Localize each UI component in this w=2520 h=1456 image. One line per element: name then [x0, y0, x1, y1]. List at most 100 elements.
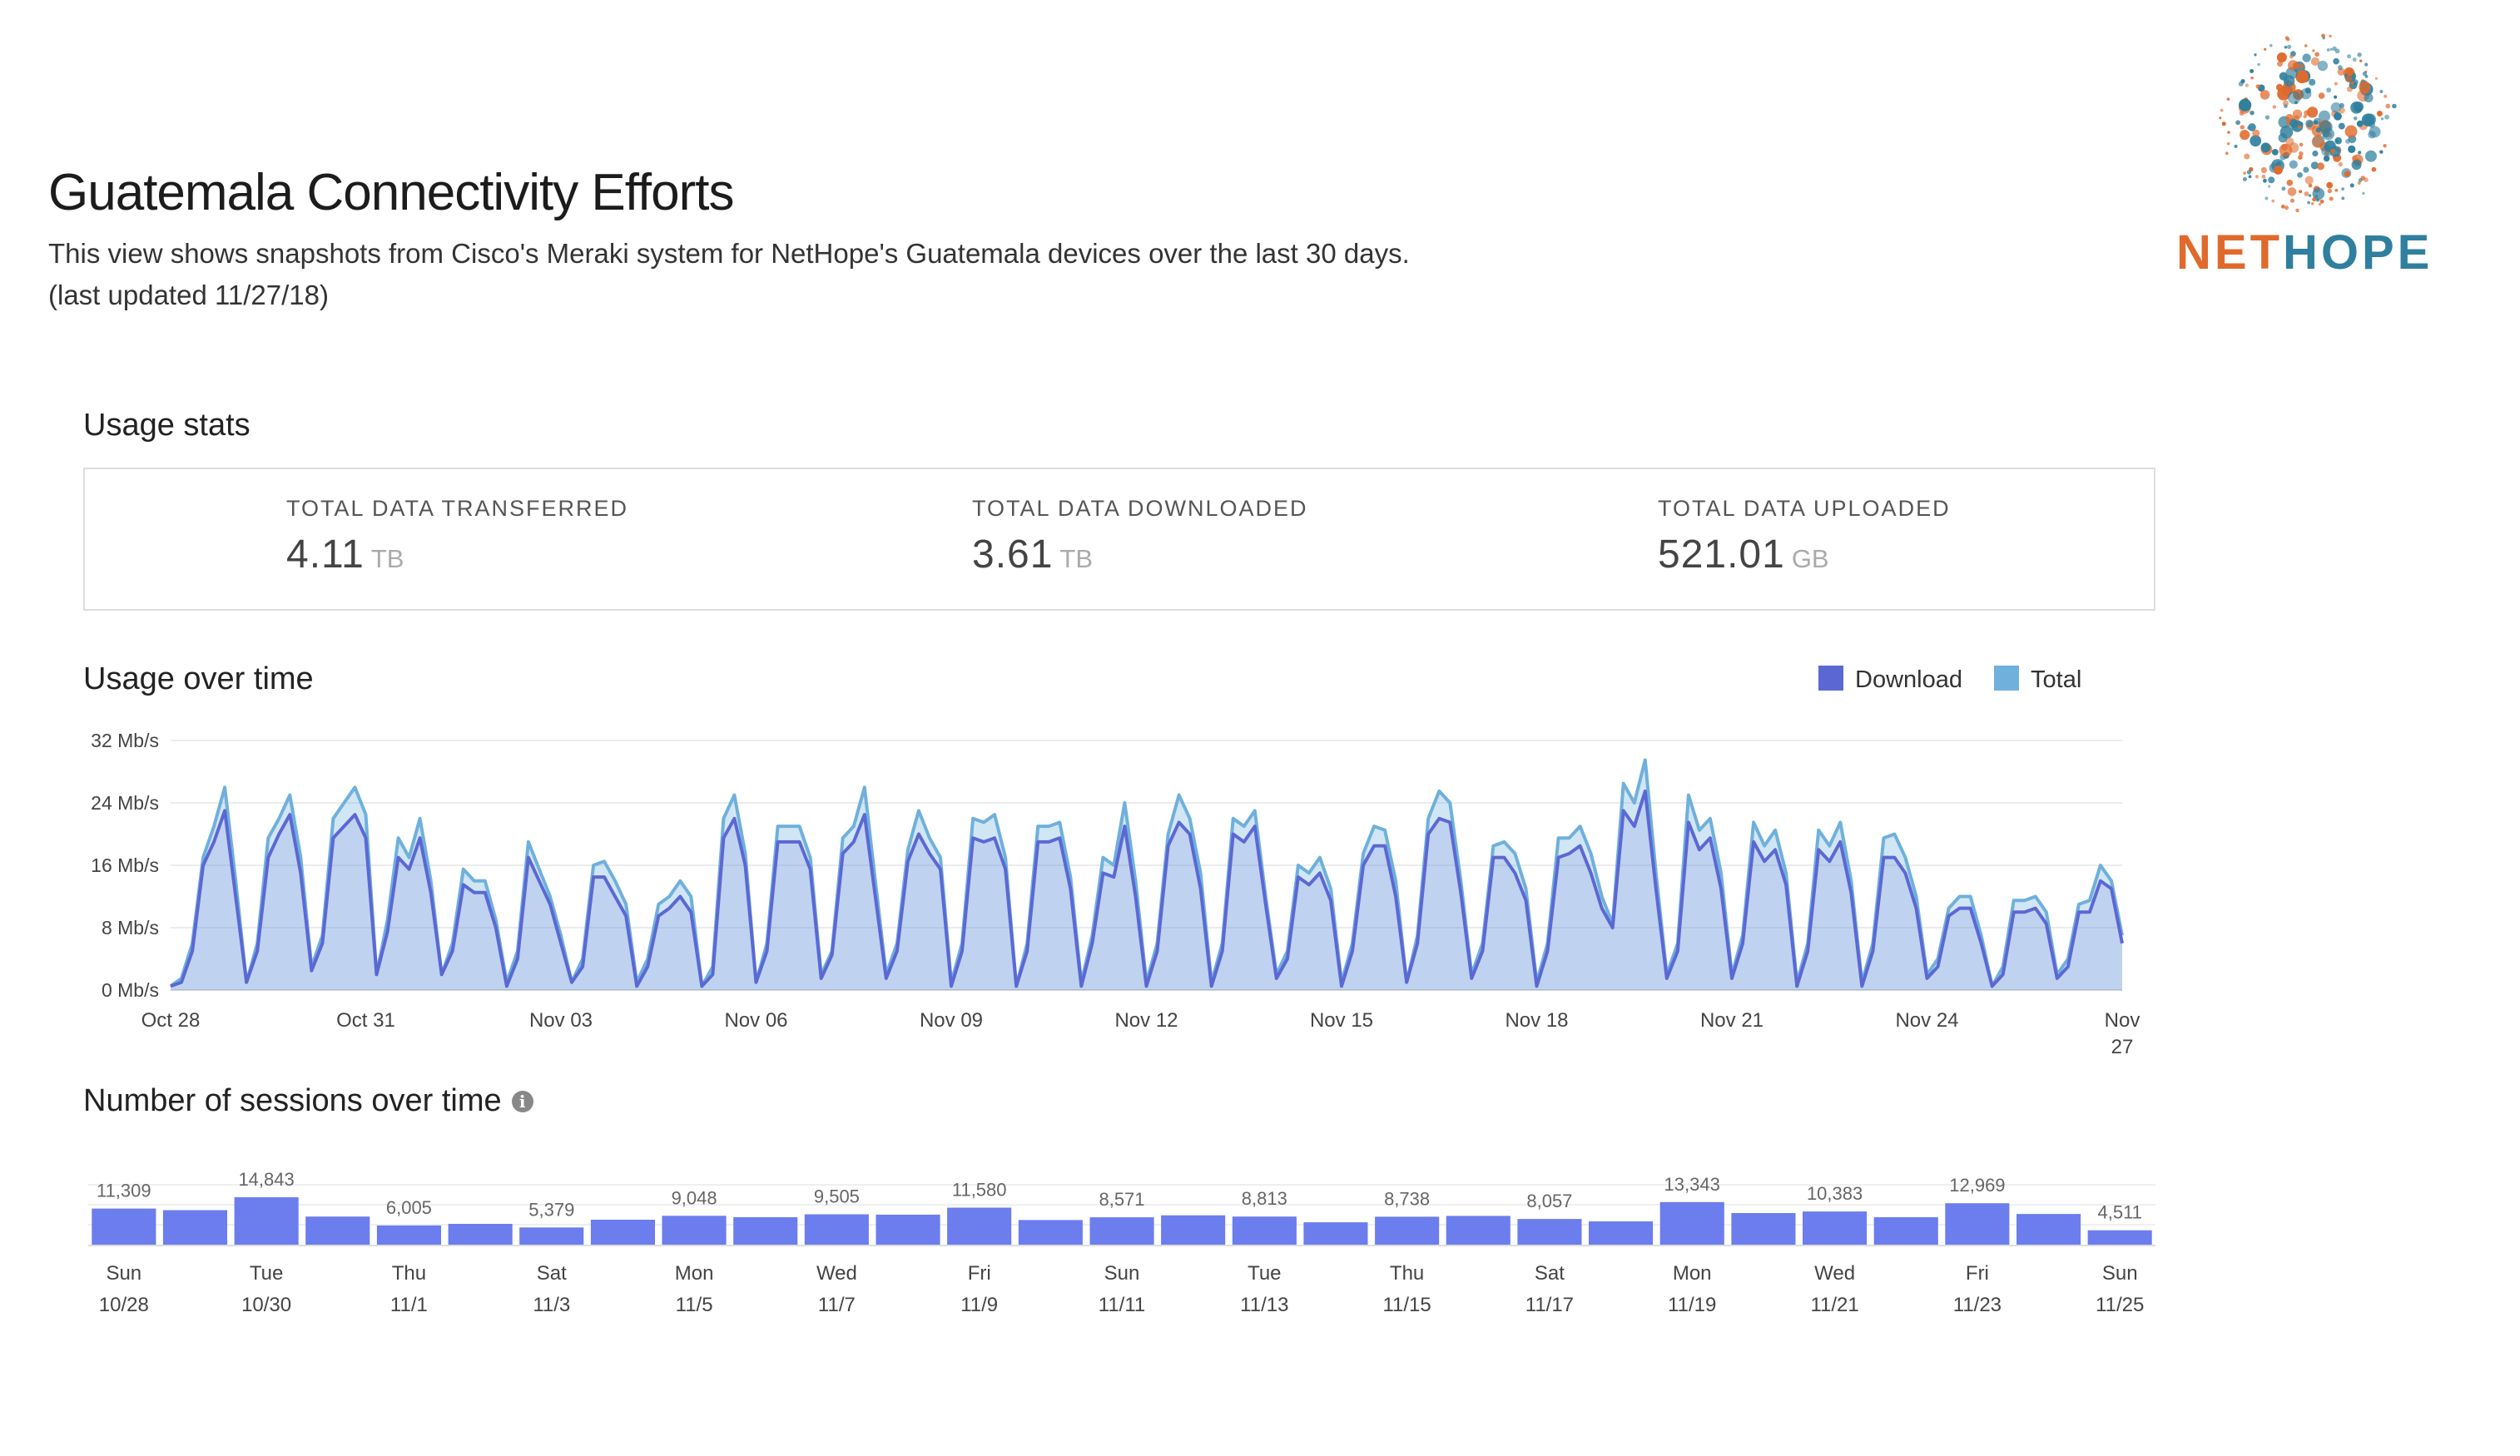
- globe-dot: [2358, 151, 2362, 155]
- session-bar[interactable]: [947, 1207, 1012, 1246]
- globe-dot: [2248, 175, 2252, 179]
- x-tick-day: Tue: [250, 1262, 283, 1285]
- globe-dot: [2255, 175, 2259, 179]
- globe-dot: [2289, 54, 2294, 59]
- session-bar[interactable]: [876, 1214, 940, 1245]
- globe-dot: [2257, 62, 2260, 67]
- x-tick-day: Wed: [816, 1262, 857, 1285]
- session-bar[interactable]: [662, 1216, 727, 1245]
- session-bar[interactable]: [1803, 1211, 1868, 1245]
- globe-dot: [2344, 75, 2353, 83]
- stat-value: 521.01 GB: [1658, 532, 1951, 577]
- y-tick-label: 8 Mb/s: [102, 917, 159, 938]
- legend-label: Download: [1855, 666, 1962, 693]
- x-tick-date: 11/3: [533, 1294, 570, 1316]
- globe-dot: [2341, 187, 2344, 191]
- x-tick-date: 11/21: [1810, 1294, 1858, 1316]
- globe-dot: [2243, 171, 2246, 175]
- globe-dot: [2268, 176, 2275, 184]
- session-bar[interactable]: [1018, 1220, 1083, 1245]
- globe-dot: [2326, 87, 2332, 93]
- legend-item-total[interactable]: Total: [1994, 666, 2081, 694]
- globe-dot: [2317, 162, 2324, 171]
- globe-dot: [2276, 52, 2287, 62]
- x-tick-label: Nov 09: [920, 1009, 983, 1032]
- globe-dot: [2334, 111, 2342, 121]
- session-bar[interactable]: [1945, 1203, 2010, 1245]
- session-bar[interactable]: [1161, 1215, 1226, 1245]
- globe-dot: [2268, 185, 2271, 188]
- globe-dot: [2364, 62, 2369, 67]
- globe-dot: [2322, 37, 2325, 40]
- x-tick-date: 11/17: [1525, 1294, 1574, 1316]
- globe-dot: [2244, 153, 2250, 160]
- y-tick-label: 16 Mb/s: [91, 854, 159, 876]
- x-tick-day: Thu: [392, 1262, 426, 1285]
- session-bar[interactable]: [1303, 1222, 1368, 1245]
- globe-dot: [2351, 160, 2362, 171]
- session-bar[interactable]: [234, 1197, 299, 1245]
- bar-value-label: 11,309: [97, 1181, 151, 1201]
- globe-dot: [2235, 120, 2240, 126]
- globe-dot: [2305, 119, 2314, 128]
- session-bar[interactable]: [305, 1216, 370, 1245]
- session-bar[interactable]: [804, 1214, 869, 1246]
- session-bar[interactable]: [1731, 1213, 1796, 1245]
- legend-item-download[interactable]: Download: [1818, 666, 1962, 694]
- session-bar[interactable]: [590, 1220, 655, 1245]
- globe-dot: [2286, 179, 2294, 186]
- session-bar[interactable]: [162, 1210, 227, 1246]
- session-bar[interactable]: [519, 1227, 584, 1245]
- session-bar[interactable]: [376, 1225, 441, 1245]
- globe-dot: [2334, 139, 2339, 144]
- globe-dot: [2298, 155, 2303, 160]
- session-bar[interactable]: [448, 1224, 513, 1245]
- globe-dot: [2374, 77, 2378, 80]
- sessions-bar-chart[interactable]: 11,309 14,843 6,005 5,379 9,048 9,505 11,580 8,…: [50, 1132, 2180, 1323]
- session-bar[interactable]: [1589, 1221, 1654, 1245]
- globe-dot: [2380, 117, 2384, 121]
- session-bar[interactable]: [92, 1208, 156, 1245]
- session-bar[interactable]: [1232, 1216, 1297, 1245]
- x-tick-day: Tue: [1248, 1262, 1281, 1285]
- globe-dot: [2246, 170, 2252, 175]
- globe-dot: [2263, 178, 2267, 183]
- usage-line-chart[interactable]: 0 Mb/s 8 Mb/s 16 Mb/s 24 Mb/s 32 Mb/s Oct 28 O…: [50, 716, 2180, 1065]
- bar-value-label: 5,379: [528, 1199, 574, 1220]
- globe-dot: [2297, 125, 2302, 129]
- bar-value-label: 9,505: [814, 1186, 860, 1207]
- bar-value-label: 8,738: [1384, 1188, 1430, 1209]
- session-bar[interactable]: [2016, 1214, 2081, 1245]
- globe-dot: [2392, 103, 2397, 109]
- session-bar[interactable]: [1089, 1217, 1154, 1245]
- session-bar[interactable]: [1375, 1216, 1440, 1245]
- globe-dot: [2290, 198, 2294, 203]
- globe-dot: [2304, 176, 2314, 185]
- stat-label: TOTAL DATA UPLOADED: [1658, 496, 1951, 521]
- x-tick-label: Nov: [2105, 1009, 2141, 1032]
- globe-dot: [2260, 166, 2267, 174]
- x-tick-day: Mon: [675, 1262, 714, 1285]
- session-bar[interactable]: [1517, 1219, 1582, 1245]
- session-bar[interactable]: [1873, 1217, 1938, 1245]
- globe-dot: [2279, 72, 2288, 81]
- stat-label: TOTAL DATA TRANSFERRED: [286, 496, 629, 521]
- session-bar[interactable]: [1659, 1201, 1724, 1245]
- x-tick-label: Nov 03: [529, 1009, 593, 1032]
- globe-dot: [2310, 57, 2319, 66]
- bar-value-label: 12,969: [1949, 1175, 2005, 1196]
- globe-dot: [2333, 57, 2339, 65]
- session-bar[interactable]: [733, 1217, 798, 1245]
- session-bar[interactable]: [1446, 1216, 1511, 1245]
- session-bar[interactable]: [2087, 1230, 2152, 1245]
- x-tick-date: 11/5: [676, 1294, 713, 1316]
- globe-dot: [2362, 72, 2367, 77]
- globe-dot: [2364, 150, 2377, 162]
- x-tick-date: 11/9: [960, 1294, 998, 1316]
- globe-dot: [2359, 59, 2363, 62]
- globe-dot: [2334, 82, 2338, 86]
- x-tick-day: Mon: [1673, 1262, 1712, 1285]
- info-icon[interactable]: i: [511, 1091, 533, 1112]
- globe-dot: [2319, 199, 2324, 204]
- legend-label: Total: [2031, 666, 2082, 693]
